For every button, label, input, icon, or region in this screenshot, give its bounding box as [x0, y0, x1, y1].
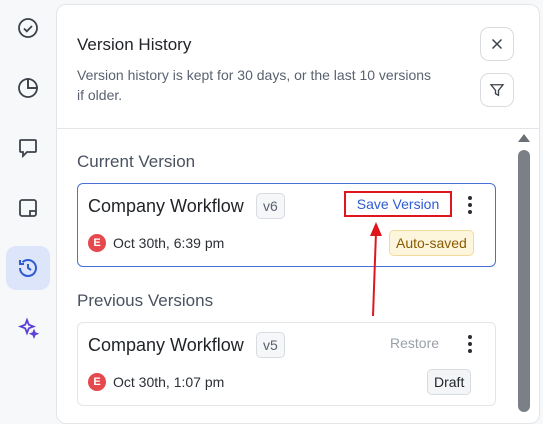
current-version-card[interactable]: Company Workflow v6 Save Version E Oct 3… — [77, 183, 496, 267]
pie-chart-icon — [18, 78, 38, 98]
more-options-icon[interactable] — [462, 333, 478, 355]
more-options-icon[interactable] — [462, 194, 478, 216]
current-version-heading: Current Version — [77, 152, 196, 171]
rail-analytics-button[interactable] — [6, 66, 50, 110]
left-rail — [0, 0, 56, 412]
sparkles-icon — [17, 317, 40, 340]
rail-ai-button[interactable] — [6, 306, 50, 350]
version-history-panel: Version History Version history is kept … — [56, 4, 540, 424]
filter-button[interactable] — [480, 73, 514, 107]
rail-comments-button[interactable] — [6, 126, 50, 170]
rail-history-button[interactable] — [6, 246, 50, 290]
workflow-name: Company Workflow — [88, 335, 244, 355]
panel-title: Version History — [77, 35, 192, 54]
avatar: E — [88, 373, 106, 391]
avatar: E — [88, 234, 106, 252]
scroll-up-arrow-icon[interactable] — [518, 134, 530, 142]
filter-icon — [489, 84, 505, 97]
workflow-name: Company Workflow — [88, 196, 244, 216]
panel-header: Version History Version history is kept … — [57, 5, 539, 129]
version-badge: v6 — [256, 193, 285, 219]
note-icon — [19, 199, 37, 217]
previous-version-card[interactable]: Company Workflow v5 Restore E Oct 30th, … — [77, 322, 496, 406]
scrollbar-thumb[interactable] — [518, 150, 530, 412]
restore-button[interactable]: Restore — [390, 335, 439, 351]
previous-versions-heading: Previous Versions — [77, 291, 214, 310]
status-badge: Auto-saved — [389, 230, 474, 256]
rail-tasks-button[interactable] — [6, 6, 50, 50]
comment-icon — [19, 139, 37, 159]
save-version-button[interactable]: Save Version — [344, 191, 452, 217]
version-badge: v5 — [256, 332, 285, 358]
close-icon — [491, 38, 503, 50]
history-icon — [19, 259, 37, 277]
timestamp: Oct 30th, 1:07 pm — [113, 374, 225, 390]
rail-notes-button[interactable] — [6, 186, 50, 230]
close-button[interactable] — [480, 27, 514, 61]
panel-subtitle: Version history is kept for 30 days, or … — [77, 67, 432, 103]
check-circle-icon — [18, 18, 38, 38]
status-badge: Draft — [427, 369, 472, 395]
timestamp: Oct 30th, 6:39 pm — [113, 235, 225, 251]
